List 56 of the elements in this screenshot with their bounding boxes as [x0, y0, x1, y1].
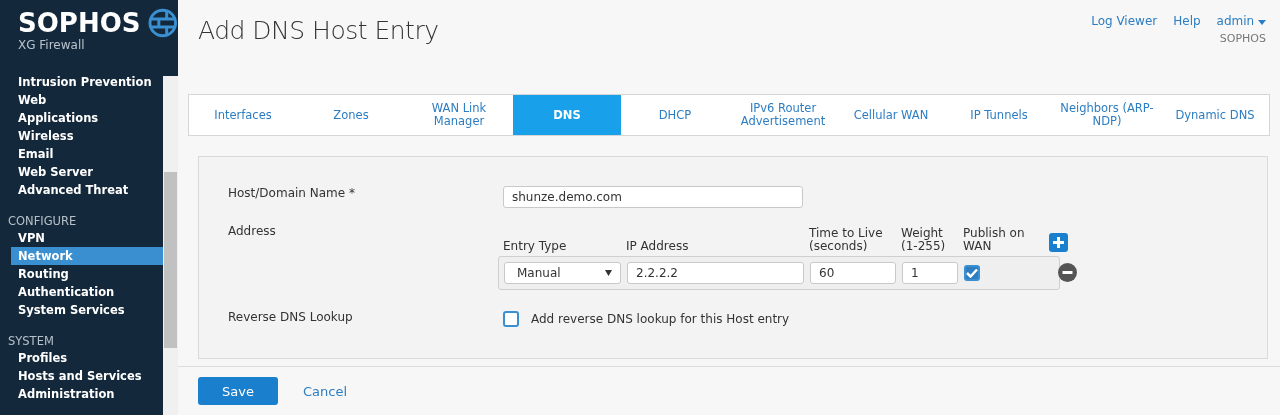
column-header: Publish on WAN — [963, 227, 1026, 255]
tab[interactable]: Interfaces — [189, 95, 297, 135]
tab[interactable]: Cellular WAN — [837, 95, 945, 135]
add-icon[interactable] — [1049, 233, 1068, 252]
nav-item[interactable]: Routing — [11, 265, 163, 283]
host-name-field[interactable]: shunze.demo.com — [503, 186, 803, 208]
weight-field[interactable]: 1 — [902, 262, 958, 284]
nav-item[interactable]: Hosts and Services — [11, 367, 163, 385]
column-header: IP Address — [626, 240, 690, 255]
nav-item[interactable]: Wireless — [11, 127, 163, 145]
tab[interactable]: WAN Link Manager — [405, 95, 513, 135]
tab[interactable]: Zones — [297, 95, 405, 135]
globe-icon — [148, 8, 178, 38]
column-header: Entry Type — [503, 240, 568, 255]
tab[interactable]: IP Tunnels — [945, 95, 1053, 135]
save-button[interactable]: Save — [198, 377, 278, 405]
section-heading: CONFIGURE — [7, 213, 78, 229]
nav-item[interactable]: Web Server — [11, 163, 163, 181]
cancel-link[interactable]: Cancel — [303, 383, 348, 399]
nav-item[interactable]: System Services — [11, 301, 163, 319]
column-header: Weight (1-255) — [901, 227, 947, 255]
nav-item[interactable]: VPN — [11, 229, 163, 247]
nav-item[interactable]: Profiles — [11, 349, 163, 367]
organization-name: SOPHOS — [1219, 32, 1266, 45]
field-label: Reverse DNS Lookup — [228, 310, 353, 324]
user-menu[interactable]: admin — [1216, 14, 1266, 28]
nav-item[interactable]: Advanced Threat — [11, 181, 163, 199]
remove-icon[interactable] — [1058, 263, 1077, 283]
publish-checkbox[interactable] — [964, 265, 980, 281]
nav-item[interactable]: Applications — [11, 109, 163, 127]
field-label: Host/Domain Name * — [228, 186, 355, 200]
brand-logo: SOPHOS — [18, 8, 141, 38]
header-link[interactable]: Help — [1173, 14, 1201, 28]
product-name: XG Firewall — [18, 38, 86, 52]
nav-item[interactable]: Web — [11, 91, 163, 109]
caret-icon — [605, 270, 612, 276]
nav-item[interactable]: Email — [11, 145, 163, 163]
entry-type-select[interactable]: Manual — [504, 262, 621, 284]
nav-item[interactable]: Authentication — [11, 283, 163, 301]
header-link[interactable]: Log Viewer — [1091, 14, 1158, 28]
scrollbar[interactable] — [163, 76, 178, 415]
tab[interactable]: Neighbors (ARP-NDP) — [1053, 95, 1161, 135]
ttl-field[interactable]: 60 — [810, 262, 896, 284]
nav-item[interactable]: Administration — [11, 385, 163, 403]
field-label: Address — [228, 224, 276, 238]
nav-item[interactable]: Intrusion Prevention — [11, 73, 163, 91]
reverse-lookup-checkbox[interactable] — [503, 311, 519, 327]
tab[interactable]: IPv6 Router Advertisement — [729, 95, 837, 135]
ip-address-field[interactable]: 2.2.2.2 — [627, 262, 804, 284]
tab[interactable]: DHCP — [621, 95, 729, 135]
page-title: Add DNS Host Entry — [198, 15, 439, 47]
tab[interactable]: Dynamic DNS — [1161, 95, 1269, 135]
section-heading: SYSTEM — [7, 333, 55, 349]
column-header: Time to Live (seconds) — [809, 227, 884, 255]
caret-icon — [1258, 20, 1266, 25]
checkbox-label: Add reverse DNS lookup for this Host entry — [531, 312, 790, 326]
